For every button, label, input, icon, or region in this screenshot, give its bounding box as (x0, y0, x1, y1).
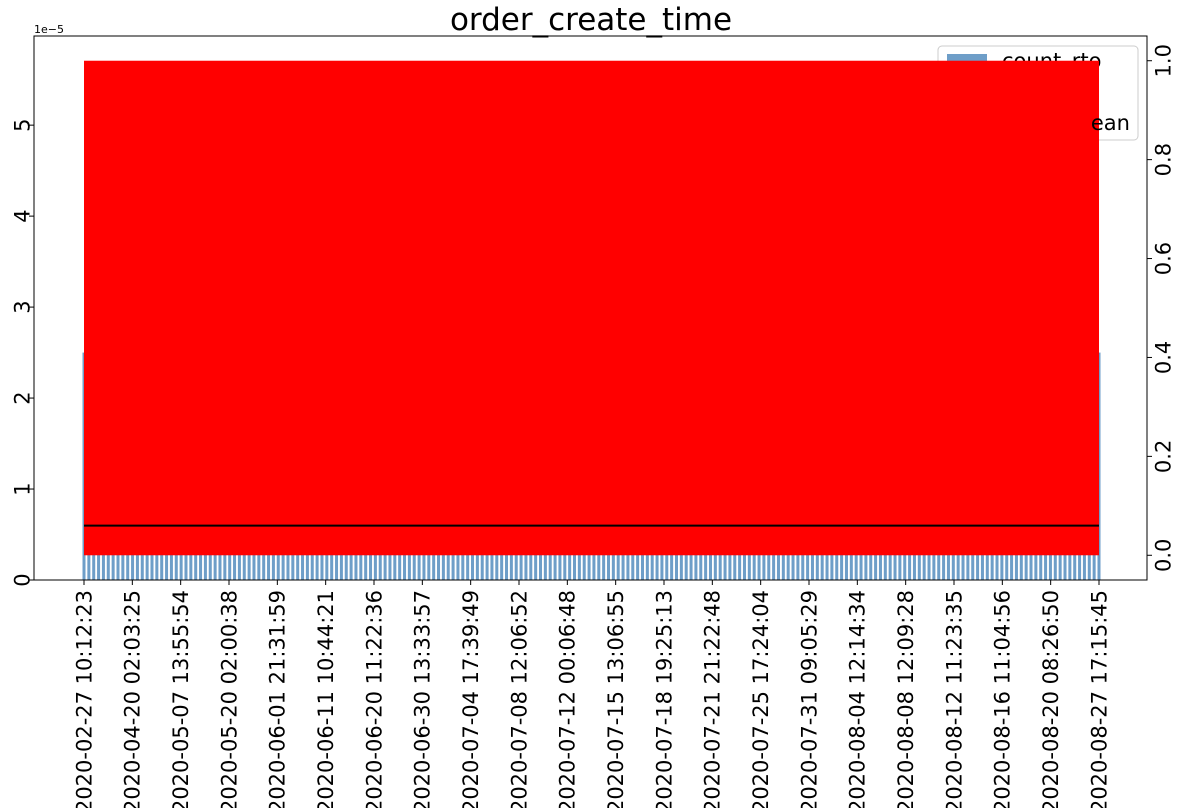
x-tick-label: 2020-08-04 12:14:34 (846, 590, 870, 808)
x-tick-label: 2020-05-07 13:55:54 (169, 590, 193, 808)
left-tick-label: 2 (10, 391, 34, 404)
x-tick-label: 2020-08-27 17:15:45 (1087, 590, 1111, 808)
x-tick-label: 2020-08-20 08:26:50 (1039, 590, 1063, 808)
x-tick-label: 2020-07-25 17:24:04 (749, 590, 773, 808)
legend-label-mean: ean (1091, 111, 1130, 135)
x-tick-label: 2020-05-20 02:00:38 (217, 590, 241, 808)
x-tick-label: 2020-06-11 10:44:21 (314, 590, 338, 808)
x-tick-label: 2020-07-21 21:22:48 (701, 590, 725, 808)
x-tick-label: 2020-07-04 17:39:49 (459, 590, 483, 808)
right-axis: 0.0 0.2 0.4 0.6 0.8 1.0 (1147, 44, 1175, 572)
x-tick-label: 2020-04-20 02:03:25 (121, 590, 145, 808)
left-tick-label: 0 (10, 573, 34, 586)
x-tick-label: 2020-08-08 12:09:28 (894, 590, 918, 808)
x-tick-label: 2020-07-31 09:05:29 (797, 590, 821, 808)
right-tick-label: 0.6 (1151, 242, 1175, 275)
left-tick-label: 1 (10, 482, 34, 495)
x-tick-label: 2020-06-01 21:31:59 (266, 590, 290, 808)
x-tick-label: 2020-07-15 13:06:55 (604, 590, 628, 808)
right-tick-label: 0.4 (1151, 341, 1175, 374)
chart-title: order_create_time (450, 2, 732, 38)
right-tick-label: 0.2 (1151, 440, 1175, 473)
right-tick-label: 0.8 (1151, 143, 1175, 176)
right-tick-label: 0.0 (1151, 539, 1175, 572)
left-tick-label: 3 (10, 300, 34, 313)
x-tick-label: 2020-08-16 11:04:56 (991, 590, 1015, 808)
rate-series (84, 60, 1099, 556)
left-tick-label: 5 (10, 118, 34, 131)
x-tick-label: 2020-08-12 11:23:35 (942, 590, 966, 808)
rate-line-area (84, 60, 1099, 556)
x-tick-label: 2020-06-20 11:22:36 (362, 590, 386, 808)
left-tick-label: 4 (10, 209, 34, 222)
x-axis: 2020-02-27 10:12:23 2020-04-20 02:03:25 20… (72, 580, 1111, 808)
left-axis: 0 1 2 3 4 5 (10, 118, 34, 586)
x-tick-label: 2020-06-30 13:33:57 (411, 590, 435, 808)
right-tick-label: 1.0 (1151, 44, 1175, 77)
axis-multiplier-label: 1e−5 (34, 23, 64, 36)
chart: order_create_time count_rto 012345 0.00.… (10, 2, 1175, 808)
x-tick-label: 2020-07-08 12:06:52 (507, 590, 531, 808)
x-tick-label: 2020-02-27 10:12:23 (72, 590, 96, 808)
x-tick-label: 2020-07-12 00:06:48 (556, 590, 580, 808)
x-tick-label: 2020-07-18 19:25:13 (652, 590, 676, 808)
